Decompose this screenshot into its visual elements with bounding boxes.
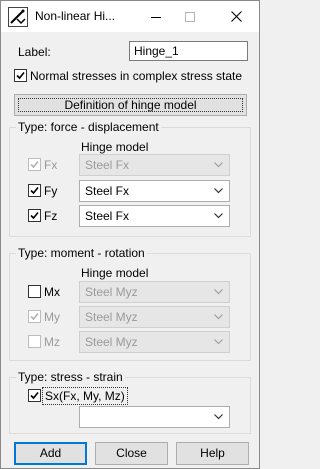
title-bar[interactable]: Non-linear Hi... bbox=[1, 1, 259, 32]
normal-stresses-label: Normal stresses in complex stress state bbox=[30, 69, 243, 83]
chevron-down-icon bbox=[214, 314, 223, 320]
fy-model-value: Steel Fx bbox=[85, 184, 130, 198]
sx-label-text: Sx(Fx, My, Mz) bbox=[45, 389, 125, 403]
sx-model-select[interactable] bbox=[79, 406, 230, 428]
fy-model-select[interactable]: Steel Fx bbox=[79, 180, 230, 202]
checkmark-icon bbox=[30, 312, 39, 321]
checkmark-icon bbox=[30, 186, 39, 195]
my-model-select[interactable]: Steel Myz bbox=[79, 306, 230, 328]
maximize-button[interactable] bbox=[173, 1, 207, 32]
force-group-title: Type: force - displacement bbox=[16, 120, 161, 134]
chevron-down-icon bbox=[214, 213, 223, 219]
fz-label: Fz bbox=[44, 209, 58, 223]
mx-model-value: Steel Myz bbox=[85, 285, 138, 299]
fx-label: Fx bbox=[44, 158, 58, 172]
my-label: My bbox=[44, 310, 60, 324]
normal-stresses-checkbox[interactable] bbox=[14, 69, 27, 82]
my-checkbox[interactable] bbox=[28, 310, 41, 323]
mz-checkbox[interactable] bbox=[28, 335, 41, 348]
mz-label: Mz bbox=[44, 335, 60, 349]
definition-of-hinge-model-button[interactable]: Definition of hinge model bbox=[14, 94, 247, 116]
fz-checkbox[interactable] bbox=[28, 209, 41, 222]
mz-model-select[interactable]: Steel Myz bbox=[79, 331, 230, 353]
label-input[interactable]: Hinge_1 bbox=[129, 41, 248, 61]
close-icon bbox=[230, 11, 242, 22]
fy-label: Fy bbox=[44, 184, 58, 198]
fz-model-value: Steel Fx bbox=[85, 209, 130, 223]
checkmark-icon bbox=[16, 71, 25, 80]
fx-model-select[interactable]: Steel Fx bbox=[79, 154, 230, 176]
minimize-button[interactable] bbox=[139, 1, 173, 32]
help-button[interactable]: Help bbox=[176, 442, 249, 465]
checkmark-icon bbox=[30, 391, 39, 400]
minimize-icon bbox=[151, 16, 161, 18]
chevron-down-icon bbox=[214, 289, 223, 295]
definition-button-label: Definition of hinge model bbox=[64, 98, 197, 112]
mx-model-select[interactable]: Steel Myz bbox=[79, 281, 230, 303]
help-button-label: Help bbox=[200, 446, 225, 460]
window-title: Non-linear Hi... bbox=[35, 9, 116, 23]
sx-checkbox[interactable] bbox=[28, 389, 41, 402]
sx-label: Sx(Fx, My, Mz) bbox=[42, 387, 128, 405]
force-hinge-model-header: Hinge model bbox=[81, 140, 149, 154]
stress-group-title: Type: stress - strain bbox=[16, 370, 125, 384]
add-button[interactable]: Add bbox=[14, 442, 87, 465]
mz-model-value: Steel Myz bbox=[85, 335, 138, 349]
label-caption: Label: bbox=[18, 45, 51, 59]
chevron-down-icon bbox=[214, 339, 223, 345]
fx-model-value: Steel Fx bbox=[85, 158, 130, 172]
mx-label: Mx bbox=[44, 285, 60, 299]
chevron-down-icon bbox=[214, 162, 223, 168]
fz-model-select[interactable]: Steel Fx bbox=[79, 205, 230, 227]
moment-group-title: Type: moment - rotation bbox=[16, 246, 147, 260]
app-icon bbox=[8, 7, 28, 27]
close-button-label: Close bbox=[116, 446, 147, 460]
add-button-label: Add bbox=[39, 446, 62, 460]
my-model-value: Steel Myz bbox=[85, 310, 138, 324]
checkmark-icon bbox=[30, 211, 39, 220]
chevron-down-icon bbox=[214, 414, 223, 420]
chevron-down-icon bbox=[214, 188, 223, 194]
mx-checkbox[interactable] bbox=[28, 285, 41, 298]
close-window-button[interactable] bbox=[219, 1, 253, 32]
dialog-window: Non-linear Hi... Label: Hinge_1 Normal s… bbox=[0, 0, 260, 469]
fx-checkbox[interactable] bbox=[28, 158, 41, 171]
maximize-icon bbox=[185, 11, 195, 22]
moment-hinge-model-header: Hinge model bbox=[81, 266, 149, 280]
checkmark-icon bbox=[30, 160, 39, 169]
fy-checkbox[interactable] bbox=[28, 184, 41, 197]
close-button[interactable]: Close bbox=[95, 442, 168, 465]
